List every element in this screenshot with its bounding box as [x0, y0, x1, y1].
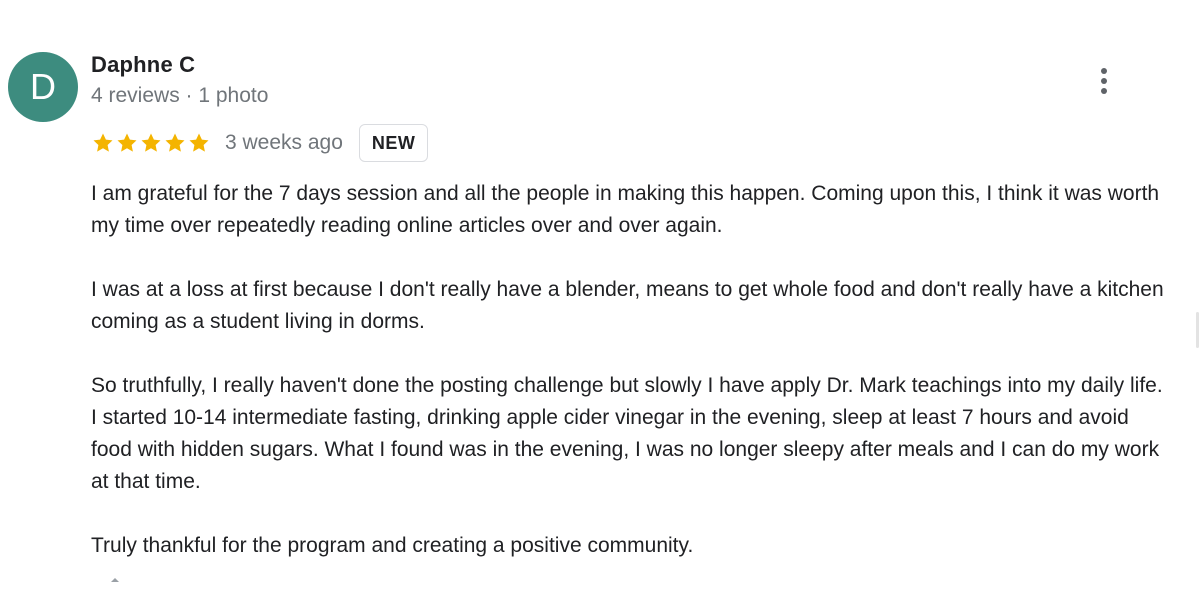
- new-badge: NEW: [358, 124, 429, 162]
- review-paragraph: So truthfully, I really haven't done the…: [91, 374, 1163, 493]
- review-paragraph: I was at a loss at first because I don't…: [91, 278, 1164, 333]
- review-date: 3 weeks ago: [225, 131, 343, 154]
- review-text: I am grateful for the 7 days session and…: [91, 178, 1171, 594]
- more-options-button[interactable]: [1090, 64, 1118, 98]
- scrollbar[interactable]: [1196, 312, 1199, 348]
- review-card: D Daphne C 4 reviews · 1 photo 3 weeks a…: [0, 0, 1200, 602]
- author-meta: 4 reviews · 1 photo: [91, 84, 269, 107]
- star-icon: [187, 131, 211, 155]
- author-name[interactable]: Daphne C: [91, 52, 195, 78]
- expand-arrow-icon[interactable]: [111, 578, 119, 582]
- star-icon: [115, 131, 139, 155]
- star-icon: [163, 131, 187, 155]
- star-icon: [91, 131, 115, 155]
- star-icon: [139, 131, 163, 155]
- star-rating: [91, 131, 211, 155]
- review-paragraph: I am grateful for the 7 days session and…: [91, 182, 1160, 237]
- avatar[interactable]: D: [8, 52, 78, 122]
- rating-row: 3 weeks ago NEW: [91, 124, 429, 162]
- review-paragraph: Truly thankful for the program and creat…: [91, 534, 694, 557]
